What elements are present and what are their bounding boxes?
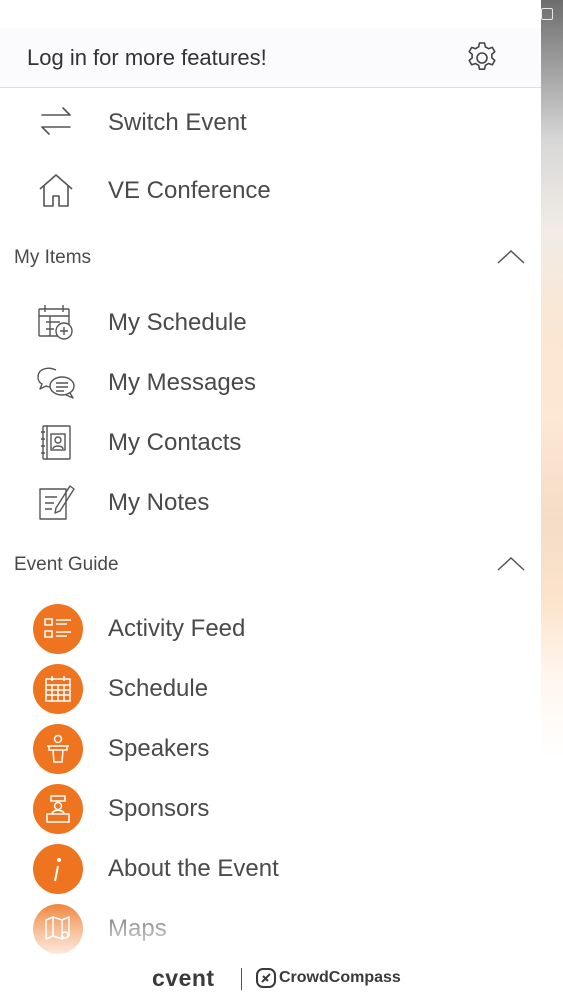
calendar-grid-icon <box>45 676 71 702</box>
about-event-item[interactable]: About the Event <box>0 840 541 896</box>
activity-list-icon <box>44 618 71 638</box>
my-notes-label: My Notes <box>108 489 210 516</box>
my-contacts-item[interactable]: My Contacts <box>0 414 541 470</box>
my-messages-item[interactable]: My Messages <box>0 354 541 410</box>
activity-feed-item[interactable]: Activity Feed <box>0 600 541 656</box>
activity-feed-label: Activity Feed <box>108 615 246 642</box>
schedule-badge <box>33 664 83 714</box>
info-icon <box>54 858 61 882</box>
powered-by-footer: cvent CrowdCompass <box>0 960 541 1000</box>
maps-badge <box>33 904 83 954</box>
activity-feed-badge <box>33 604 83 654</box>
my-notes-item[interactable]: My Notes <box>0 474 541 530</box>
crowdcompass-logo-text: CrowdCompass <box>279 969 401 986</box>
gear-icon[interactable] <box>464 40 500 76</box>
sponsor-podium-icon <box>46 795 70 823</box>
side-menu-panel: Log in for more features! Switch Event V… <box>0 0 541 1000</box>
home-icon <box>39 174 73 207</box>
maps-label: Maps <box>108 915 167 942</box>
my-schedule-label: My Schedule <box>108 309 247 336</box>
my-schedule-item[interactable]: My Schedule <box>0 294 541 350</box>
notes-icon <box>39 485 75 520</box>
speaker-podium-icon <box>47 734 69 763</box>
maps-item[interactable]: Maps <box>0 900 541 956</box>
about-event-badge <box>33 844 83 894</box>
chevron-up-icon[interactable] <box>496 555 526 573</box>
cvent-logo: cvent <box>152 965 215 991</box>
switch-event-label: Switch Event <box>108 109 247 136</box>
my-items-section-header[interactable]: My Items <box>0 238 541 278</box>
event-guide-title: Event Guide <box>14 554 119 575</box>
crowdcompass-logo-icon <box>256 968 276 988</box>
login-header[interactable]: Log in for more features! <box>0 28 541 88</box>
about-event-label: About the Event <box>108 855 279 882</box>
my-items-title: My Items <box>14 247 92 268</box>
background-app-strip <box>541 0 563 1000</box>
speakers-item[interactable]: Speakers <box>0 720 541 776</box>
switch-event-item[interactable]: Switch Event <box>0 94 541 150</box>
login-prompt[interactable]: Log in for more features! <box>27 45 267 71</box>
home-event-label: VE Conference <box>108 177 271 204</box>
sponsors-badge <box>33 784 83 834</box>
contact-book-icon <box>41 425 71 460</box>
home-event-item[interactable]: VE Conference <box>0 162 541 218</box>
sponsors-label: Sponsors <box>108 795 210 822</box>
schedule-item[interactable]: Schedule <box>0 660 541 716</box>
calendar-add-icon <box>38 305 73 340</box>
sponsors-item[interactable]: Sponsors <box>0 780 541 836</box>
switch-arrows-icon <box>41 107 71 135</box>
schedule-label: Schedule <box>108 675 209 702</box>
speakers-badge <box>33 724 83 774</box>
footer-divider <box>241 968 242 990</box>
map-icon <box>45 916 70 940</box>
battery-icon <box>541 8 553 20</box>
speakers-label: Speakers <box>108 735 210 762</box>
event-guide-section-header[interactable]: Event Guide <box>0 545 541 585</box>
my-messages-label: My Messages <box>108 369 257 396</box>
my-contacts-label: My Contacts <box>108 429 242 456</box>
chat-bubbles-icon <box>37 367 75 399</box>
chevron-up-icon[interactable] <box>496 248 526 266</box>
